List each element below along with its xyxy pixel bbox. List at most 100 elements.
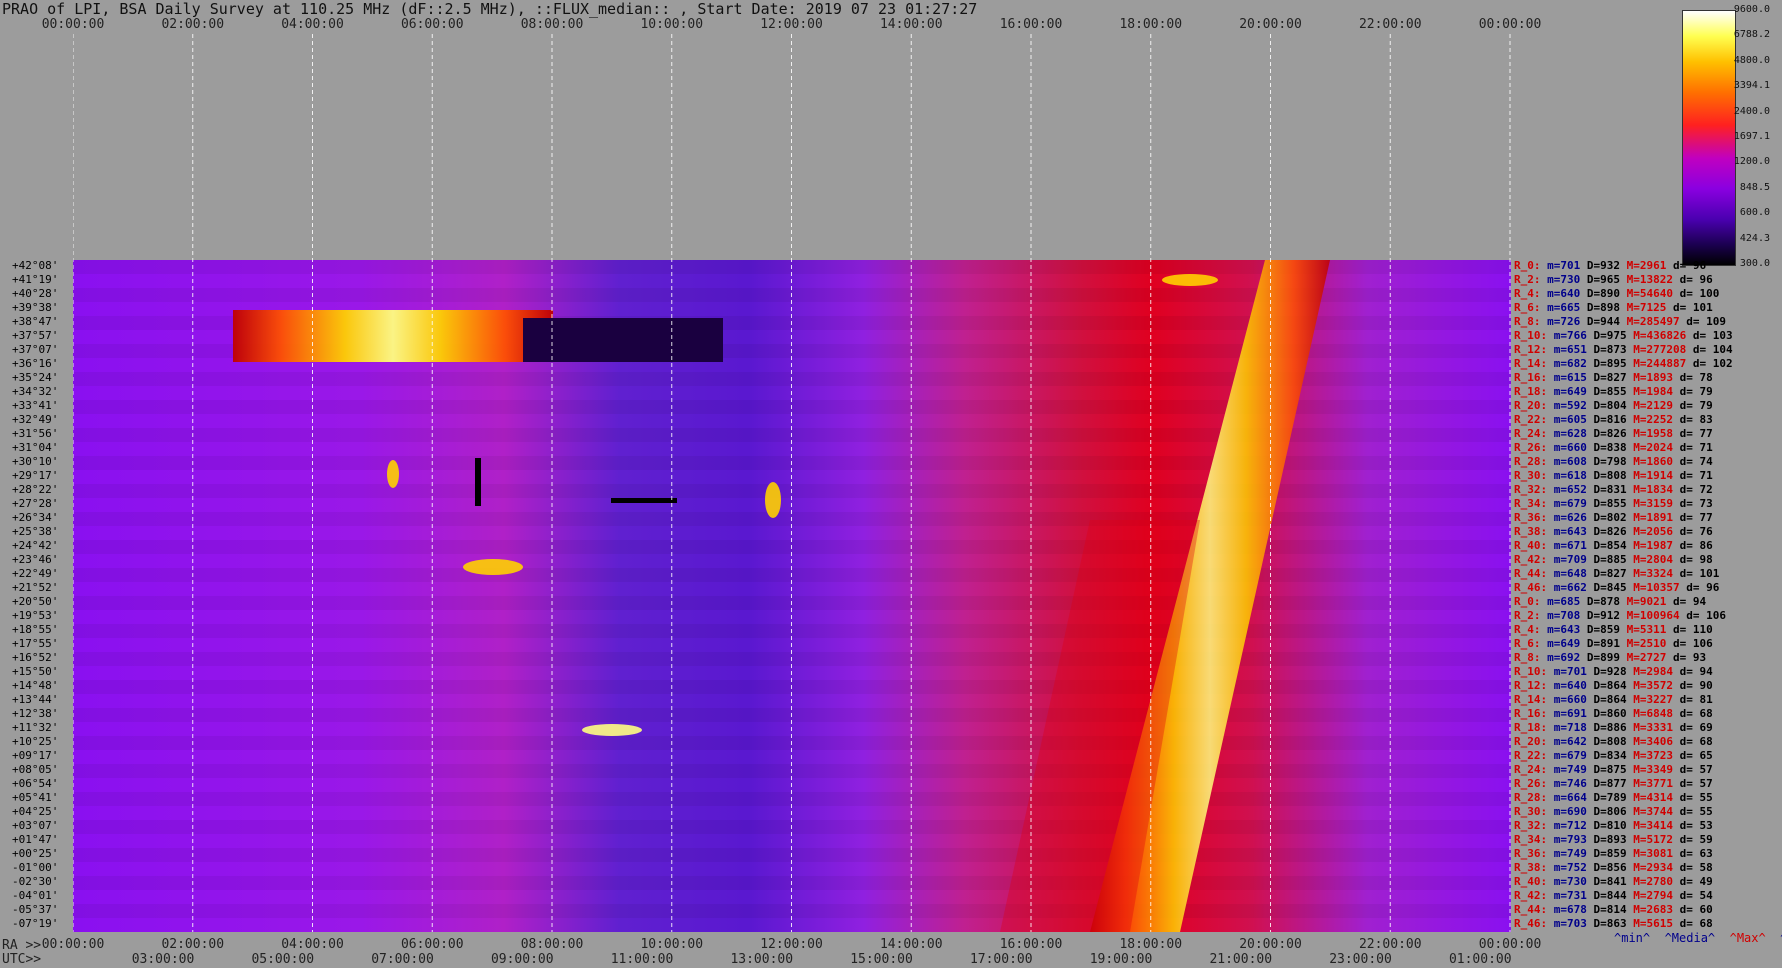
row-stat-value: D=808 xyxy=(1586,735,1627,748)
row-stat-value: D=886 xyxy=(1586,721,1627,734)
row-stat-value: M=3324 xyxy=(1626,567,1673,580)
declination-label: -04°01' xyxy=(12,889,59,902)
row-stat-value: R_36: xyxy=(1514,847,1548,860)
declination-label: +12°38' xyxy=(12,707,59,720)
row-stat-value: M=6848 xyxy=(1626,707,1673,720)
row-stats: R_18: m=649 D=855 M=1984 d= 79 xyxy=(1514,385,1713,398)
row-stat-value: D=891 xyxy=(1580,637,1620,650)
row-stat-value: D=895 xyxy=(1586,357,1627,370)
row-stat-value: R_46: xyxy=(1514,581,1548,594)
row-stat-value: R_44: xyxy=(1514,567,1548,580)
row-stats: R_22: m=605 D=816 M=2252 d= 83 xyxy=(1514,413,1713,426)
row-stat-value: M=10357 xyxy=(1626,581,1680,594)
declination-label: +33°41' xyxy=(12,399,59,412)
top-tick-label: 10:00:00 xyxy=(640,17,704,32)
row-stat-value: R_28: xyxy=(1514,791,1548,804)
row-stat-value: R_34: xyxy=(1514,833,1548,846)
row-stat-value: R_2: xyxy=(1514,273,1541,286)
row-stat-value: M=3414 xyxy=(1626,819,1673,832)
row-stat-value: M=3349 xyxy=(1626,763,1673,776)
row-stat-value: D=912 xyxy=(1580,609,1620,622)
row-stats: R_44: m=678 D=814 M=2683 d= 60 xyxy=(1514,903,1713,916)
row-stat-value: M=4314 xyxy=(1626,791,1673,804)
row-stats: R_12: m=640 D=864 M=3572 d= 90 xyxy=(1514,679,1713,692)
row-stat-value: R_40: xyxy=(1514,539,1548,552)
point-source xyxy=(463,559,523,575)
row-stat-value: R_22: xyxy=(1514,749,1548,762)
row-stat-value: d= 90 xyxy=(1672,679,1713,692)
row-stat-value: M=2056 xyxy=(1626,525,1673,538)
chart-title: PRAO of LPI, BSA Daily Survey at 110.25 … xyxy=(2,0,978,18)
utc-tick-label: 07:00:00 xyxy=(371,952,434,967)
top-tick-label: 12:00:00 xyxy=(760,17,823,32)
row-stat-value: D=838 xyxy=(1586,441,1627,454)
ra-tick-label: 00:00:00 xyxy=(1478,937,1542,952)
row-stat-value: M=277208 xyxy=(1626,343,1687,356)
row-stat-value: d= 106 xyxy=(1679,609,1726,622)
row-stat-value: D=827 xyxy=(1586,567,1627,580)
row-stat-value: D=975 xyxy=(1586,329,1627,342)
row-stat-value: D=855 xyxy=(1586,497,1627,510)
row-stat-value: d= 68 xyxy=(1672,917,1713,930)
row-stat-value: M=1958 xyxy=(1626,427,1673,440)
row-stats: R_42: m=709 D=885 M=2804 d= 98 xyxy=(1514,553,1713,566)
declination-label: +09°17' xyxy=(12,749,59,762)
row-stats: R_36: m=626 D=802 M=1891 d= 77 xyxy=(1514,511,1713,524)
row-stat-value: d= 96 xyxy=(1679,581,1720,594)
row-stat-value: R_18: xyxy=(1514,385,1548,398)
ra-tick-label: 02:00:00 xyxy=(161,937,225,952)
row-stat-value: R_6: xyxy=(1514,637,1541,650)
row-stat-value: d= 104 xyxy=(1686,343,1733,356)
row-stat-value: M=2510 xyxy=(1620,637,1667,650)
row-stat-value: d= 55 xyxy=(1672,805,1713,818)
row-stat-value: M=3771 xyxy=(1626,777,1673,790)
row-stat-value: R_4: xyxy=(1514,287,1541,300)
row-stat-value: m=652 xyxy=(1547,483,1587,496)
declination-label: +11°32' xyxy=(12,721,59,734)
declination-label: +14°48' xyxy=(12,679,59,692)
row-stat-value: M=2934 xyxy=(1626,861,1673,874)
row-stat-value: M=7125 xyxy=(1620,301,1667,314)
row-stat-value: M=1834 xyxy=(1626,483,1673,496)
row-stat-value: M=1914 xyxy=(1626,469,1673,482)
row-stats: R_8: m=726 D=944 M=285497 d= 109 xyxy=(1514,315,1726,328)
row-stat-value: M=1891 xyxy=(1626,511,1673,524)
row-stat-value: R_26: xyxy=(1514,441,1548,454)
ra-tick-label: 14:00:00 xyxy=(879,937,943,952)
row-stat-value: D=816 xyxy=(1586,413,1627,426)
row-stat-value: m=752 xyxy=(1547,861,1587,874)
row-stats: R_8: m=692 D=899 M=2727 d= 93 xyxy=(1514,651,1706,664)
row-stat-value: R_16: xyxy=(1514,707,1548,720)
row-stat-value: D=798 xyxy=(1586,455,1627,468)
row-stat-value: m=730 xyxy=(1540,273,1581,286)
declination-label: -02°30' xyxy=(12,875,59,888)
declination-label: +38°47' xyxy=(12,315,59,328)
row-stat-value: M=3406 xyxy=(1626,735,1673,748)
row-stat-value: m=643 xyxy=(1547,525,1587,538)
row-stat-value: M=5615 xyxy=(1626,917,1673,930)
utc-tick-label: 21:00:00 xyxy=(1209,952,1273,967)
row-stat-value: D=826 xyxy=(1586,525,1627,538)
row-stats: R_16: m=615 D=827 M=1893 d= 78 xyxy=(1514,371,1713,384)
row-stat-value: D=859 xyxy=(1586,847,1627,860)
ra-axis-label: RA >> xyxy=(2,938,42,953)
row-stat-value: M=2129 xyxy=(1626,399,1673,412)
row-stat-value: d= 81 xyxy=(1672,693,1713,706)
utc-tick-label: 03:00:00 xyxy=(131,952,195,967)
plot-area xyxy=(73,34,1511,932)
row-stat-value: m=701 xyxy=(1540,259,1581,272)
row-stat-value: R_4: xyxy=(1514,623,1541,636)
row-stat-value: m=712 xyxy=(1547,819,1587,832)
row-stat-value: m=749 xyxy=(1547,763,1587,776)
row-stat-value: M=54640 xyxy=(1620,287,1673,300)
row-stat-value: M=3331 xyxy=(1626,721,1673,734)
row-stat-value: m=649 xyxy=(1547,385,1587,398)
top-tick-label: 18:00:00 xyxy=(1119,17,1183,32)
row-stat-value: d= 54 xyxy=(1672,889,1713,902)
row-stat-value: m=708 xyxy=(1540,609,1581,622)
row-stat-value: m=701 xyxy=(1547,665,1587,678)
declination-label: +30°10' xyxy=(12,455,59,468)
declination-label: +10°25' xyxy=(12,735,59,748)
row-stat-value: d= 83 xyxy=(1672,413,1713,426)
row-stat-value: d= 68 xyxy=(1672,735,1713,748)
